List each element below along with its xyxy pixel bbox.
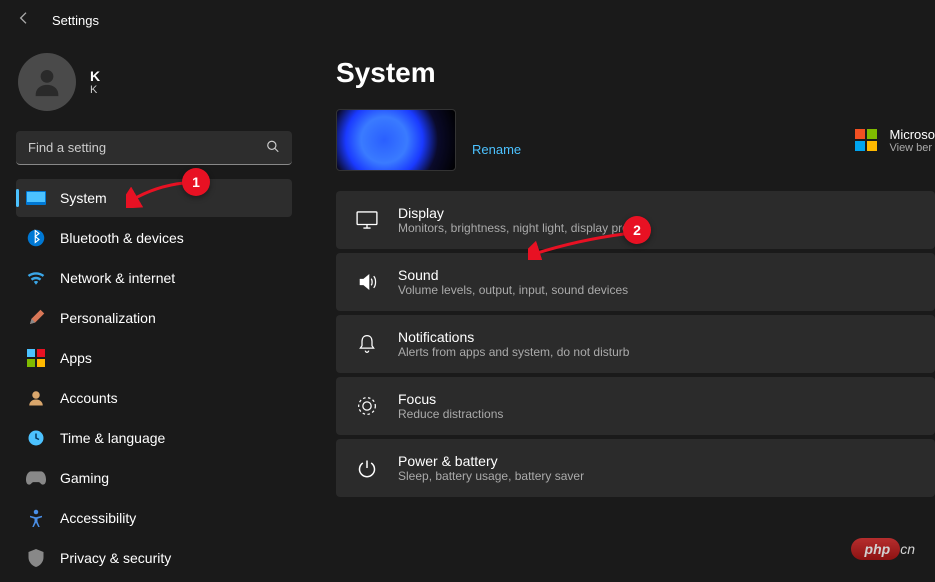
accounts-icon	[26, 388, 46, 408]
profile-sub: K	[90, 84, 100, 96]
display-icon	[356, 209, 378, 231]
ms365-block[interactable]: Microso View ber	[855, 127, 935, 154]
card-sub: Reduce distractions	[398, 407, 503, 421]
microsoft-logo-icon	[855, 129, 877, 151]
profile-name: K	[90, 68, 100, 84]
card-title: Sound	[398, 267, 628, 283]
back-button[interactable]	[16, 10, 32, 31]
power-icon	[356, 457, 378, 479]
sidebar-item-privacy[interactable]: Privacy & security	[16, 539, 292, 577]
profile-block[interactable]: K K	[16, 41, 292, 131]
sidebar-item-label: Gaming	[60, 470, 109, 486]
card-power[interactable]: Power & batterySleep, battery usage, bat…	[336, 439, 935, 497]
sidebar-item-label: Accounts	[60, 390, 118, 406]
privacy-icon	[26, 548, 46, 568]
focus-icon	[356, 395, 378, 417]
card-title: Power & battery	[398, 453, 584, 469]
ms365-title: Microso	[889, 127, 935, 142]
time-icon	[26, 428, 46, 448]
card-sub: Volume levels, output, input, sound devi…	[398, 283, 628, 297]
sound-icon	[356, 271, 378, 293]
card-title: Display	[398, 205, 644, 221]
search-icon	[266, 140, 280, 157]
card-sub: Alerts from apps and system, do not dist…	[398, 345, 629, 359]
main-content: System Rename Microso View ber DisplayMo…	[300, 41, 935, 582]
gaming-icon	[26, 468, 46, 488]
ms365-sub: View ber	[889, 142, 935, 154]
sidebar: K K System Bluetooth & devices Network & i…	[0, 41, 300, 582]
card-sound[interactable]: SoundVolume levels, output, input, sound…	[336, 253, 935, 311]
sidebar-item-label: Privacy & security	[60, 550, 171, 566]
apps-icon	[26, 348, 46, 368]
card-notifications[interactable]: NotificationsAlerts from apps and system…	[336, 315, 935, 373]
rename-link[interactable]: Rename	[472, 142, 521, 157]
sidebar-item-personalization[interactable]: Personalization	[16, 299, 292, 337]
header-title: Settings	[52, 13, 99, 28]
sidebar-item-label: Accessibility	[60, 510, 136, 526]
sidebar-item-label: Bluetooth & devices	[60, 230, 184, 246]
sidebar-item-label: Network & internet	[60, 270, 175, 286]
avatar	[18, 53, 76, 111]
search-input[interactable]	[16, 131, 292, 165]
sidebar-item-bluetooth[interactable]: Bluetooth & devices	[16, 219, 292, 257]
card-sub: Sleep, battery usage, battery saver	[398, 469, 584, 483]
notifications-icon	[356, 333, 378, 355]
annotation-1: 1	[182, 168, 210, 196]
sidebar-item-accessibility[interactable]: Accessibility	[16, 499, 292, 537]
sidebar-item-system[interactable]: System	[16, 179, 292, 217]
sidebar-item-gaming[interactable]: Gaming	[16, 459, 292, 497]
sidebar-item-label: Apps	[60, 350, 92, 366]
sidebar-item-label: Time & language	[60, 430, 165, 446]
card-title: Notifications	[398, 329, 629, 345]
sidebar-item-network[interactable]: Network & internet	[16, 259, 292, 297]
annotation-2: 2	[623, 216, 651, 244]
network-icon	[26, 268, 46, 288]
sidebar-item-label: System	[60, 190, 107, 206]
sidebar-item-time[interactable]: Time & language	[16, 419, 292, 457]
card-title: Focus	[398, 391, 503, 407]
profile-text: K K	[90, 68, 100, 96]
card-sub: Monitors, brightness, night light, displ…	[398, 221, 644, 235]
device-wallpaper[interactable]	[336, 109, 456, 171]
bluetooth-icon	[26, 228, 46, 248]
sidebar-item-apps[interactable]: Apps	[16, 339, 292, 377]
card-focus[interactable]: FocusReduce distractions	[336, 377, 935, 435]
system-icon	[26, 188, 46, 208]
page-title: System	[336, 57, 935, 89]
personalization-icon	[26, 308, 46, 328]
sidebar-item-accounts[interactable]: Accounts	[16, 379, 292, 417]
sidebar-item-label: Personalization	[60, 310, 156, 326]
accessibility-icon	[26, 508, 46, 528]
